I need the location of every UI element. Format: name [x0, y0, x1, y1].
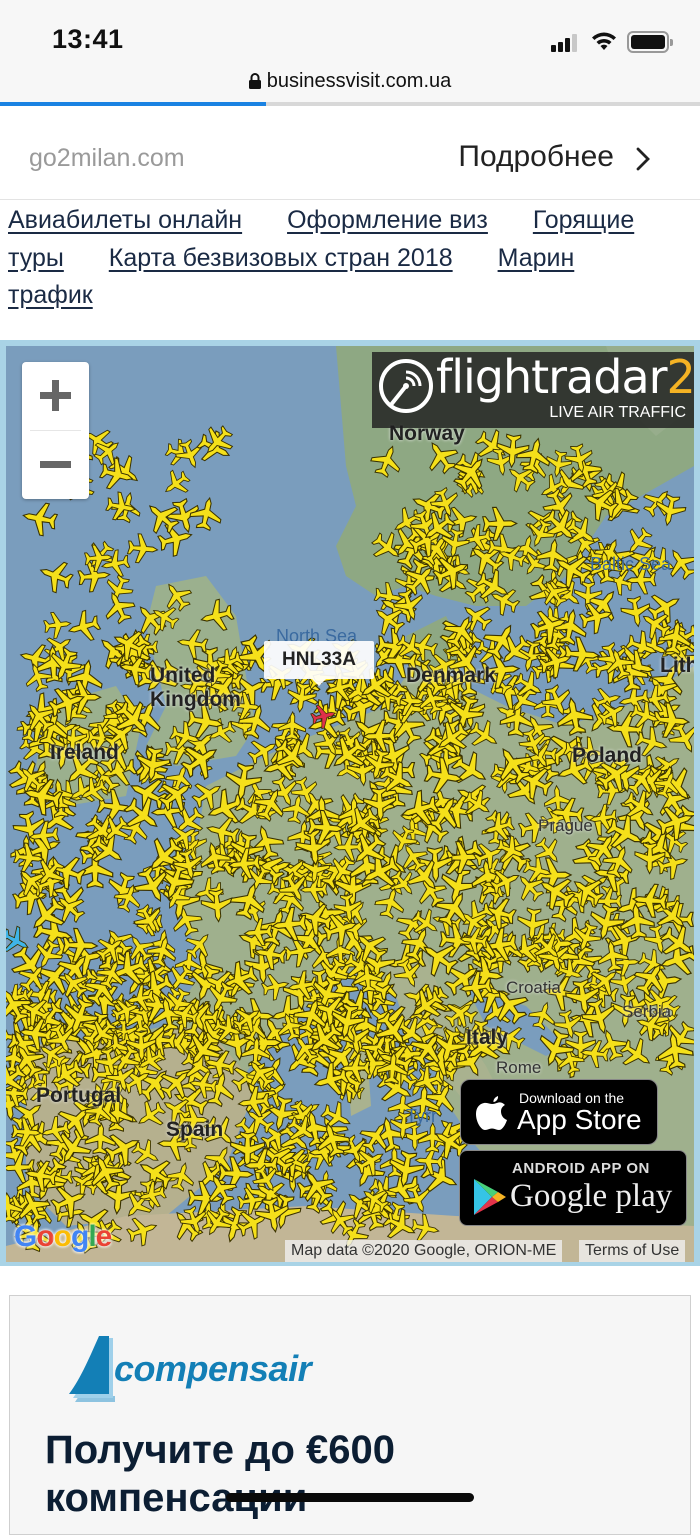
app-store-button[interactable]: Download on the App Store [460, 1079, 658, 1145]
label-poland: Poland [572, 744, 643, 767]
address-bar[interactable]: businessvisit.com.ua [0, 64, 700, 102]
nav-links: Авиабилеты онлайн Оформление виз Горящие… [8, 202, 688, 315]
label-portugal: Portugal [36, 1084, 122, 1107]
flightradar-tagline: LIVE AIR TRAFFIC [549, 404, 686, 421]
label-lithuania: Lith [660, 654, 694, 677]
aircraft-marker[interactable] [20, 499, 59, 537]
google-logo: Google [14, 1220, 112, 1253]
aircraft-marker[interactable] [227, 879, 270, 923]
aircraft-marker[interactable] [246, 822, 287, 863]
more-label: Подробнее [458, 140, 614, 173]
label-spain: Spain [166, 1118, 224, 1141]
label-rome: Rome [496, 1058, 542, 1077]
aircraft-marker[interactable] [655, 1030, 694, 1071]
clock: 13:41 [52, 24, 124, 54]
aircraft-marker[interactable] [158, 466, 194, 502]
cellular-signal-icon [551, 34, 581, 52]
home-indicator[interactable] [226, 1493, 474, 1502]
compensair-logo-icon [69, 1336, 115, 1402]
label-uk: United Kingdom [150, 664, 241, 711]
app-store-big-text: App Store [517, 1104, 642, 1135]
aircraft-marker[interactable] [198, 597, 236, 635]
zoom-in-button[interactable] [22, 362, 89, 430]
selected-flight-callout[interactable]: HNL33A [264, 641, 374, 686]
radar-icon [379, 359, 433, 413]
aircraft-marker[interactable] [158, 577, 197, 616]
more-link[interactable]: Подробнее [458, 140, 652, 174]
promo-title: Получите до €600 компенсации [45, 1428, 395, 1520]
battery-icon [627, 31, 673, 53]
aircraft-marker[interactable] [124, 1212, 161, 1249]
terms-of-use-link[interactable]: Terms of Use [579, 1240, 686, 1262]
google-play-button[interactable]: ANDROID APP ON Google play [459, 1150, 687, 1226]
aircraft-marker[interactable] [43, 610, 73, 639]
aircraft-marker[interactable] [176, 627, 209, 660]
label-baltic-sea: Baltic Sea [590, 554, 672, 574]
google-play-small-text: ANDROID APP ON [512, 1160, 650, 1177]
zoom-out-button[interactable] [22, 431, 89, 499]
compensair-brand: compensair [114, 1348, 312, 1389]
status-bar: 13:41 [0, 0, 700, 64]
label-serbia: Serbia [622, 1002, 672, 1021]
link-visa[interactable]: Оформление виз [287, 206, 488, 234]
chevron-right-icon [636, 147, 650, 171]
label-prague: Prague [538, 816, 593, 835]
flight-map[interactable]: Norway North Sea Baltic Sea United Kingd… [6, 346, 694, 1262]
wifi-icon [592, 32, 616, 50]
label-tyrrhenian: Tyrr [406, 1106, 437, 1126]
aircraft-marker[interactable] [372, 885, 408, 921]
aircraft-marker[interactable] [459, 926, 489, 955]
label-italy: Italy [466, 1026, 509, 1049]
apple-icon [476, 1096, 507, 1130]
aircraft-marker[interactable] [126, 533, 159, 564]
lock-icon [248, 73, 261, 89]
aircraft-marker[interactable] [526, 998, 559, 1032]
link-avia-tickets[interactable]: Авиабилеты онлайн [8, 206, 242, 234]
google-play-icon [474, 1179, 506, 1215]
label-denmark: Denmark [406, 664, 496, 687]
aircraft-marker[interactable] [131, 1096, 169, 1134]
flightradar24-logo[interactable]: flightradar24 LIVE AIR TRAFFIC [372, 350, 694, 428]
aircraft-marker[interactable] [620, 595, 653, 629]
flight-map-frame: Norway North Sea Baltic Sea United Kingd… [0, 340, 700, 1266]
url-text: businessvisit.com.ua [266, 70, 452, 92]
label-croatia: Croatia [506, 978, 561, 997]
map-attribution: Map data ©2020 Google, ORION-ME [285, 1240, 563, 1262]
link-visa-free-map[interactable]: Карта безвизовых стран 2018 [109, 244, 453, 272]
label-ireland: Ireland [50, 741, 119, 764]
aircraft-marker[interactable] [367, 441, 406, 480]
aircraft-marker[interactable] [188, 495, 225, 532]
aircraft-marker[interactable] [514, 435, 554, 476]
google-play-big-text: Google play [510, 1178, 673, 1214]
ad-domain: go2milan.com [29, 144, 185, 172]
ad-banner[interactable]: go2milan.com Подробнее [0, 106, 700, 200]
aircraft-marker[interactable] [35, 556, 76, 597]
flightradar-brand: flightradar24 [436, 350, 694, 404]
zoom-control [22, 362, 89, 499]
aircraft-marker[interactable] [165, 1159, 199, 1193]
